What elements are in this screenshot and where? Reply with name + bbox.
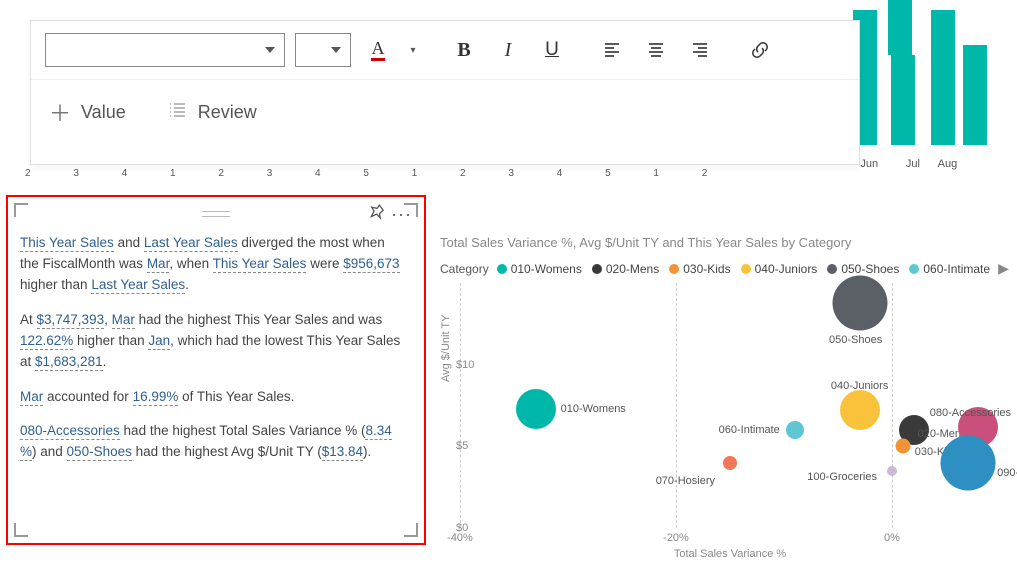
narr-value[interactable]: Mar <box>147 256 170 273</box>
bubble-090-Home[interactable] <box>940 435 995 490</box>
review-icon <box>166 99 188 126</box>
bubble-070-Hosiery[interactable] <box>723 456 737 470</box>
bubble-label: 070-Hosiery <box>656 475 715 487</box>
align-right-button[interactable] <box>683 33 717 67</box>
bubble-label: 100-Groceries <box>807 471 877 483</box>
legend-item[interactable]: 020-Mens <box>592 262 659 276</box>
legend-swatch <box>497 264 507 274</box>
narr-value[interactable]: Last Year Sales <box>91 277 185 294</box>
font-family-select[interactable] <box>45 33 285 67</box>
narrative-text-body[interactable]: This Year Sales and Last Year Sales dive… <box>12 229 420 539</box>
narr-value[interactable]: Mar <box>20 389 43 406</box>
bubble-label: 090-Home <box>997 467 1017 479</box>
pin-icon[interactable] <box>369 204 385 227</box>
legend-label: 010-Womens <box>511 262 582 276</box>
axis-label: Aug <box>938 158 958 170</box>
underline-button[interactable]: U <box>535 33 569 67</box>
x-tick: -20% <box>663 532 689 544</box>
legend-item[interactable]: 040-Juniors <box>741 262 818 276</box>
y-tick: $10 <box>456 359 474 371</box>
visual-header: ··· <box>12 201 420 229</box>
narr-value[interactable]: Jan <box>148 333 170 350</box>
x-axis-label: Total Sales Variance % <box>674 548 786 560</box>
bubble-label: 060-Intimate <box>719 424 780 436</box>
align-left-button[interactable] <box>595 33 629 67</box>
narr-value[interactable]: $3,747,393 <box>37 312 105 329</box>
legend-label: 060-Intimate <box>923 262 990 276</box>
bubble-050-Shoes[interactable] <box>832 275 887 330</box>
narr-value[interactable]: 16.99% <box>133 389 179 406</box>
smart-narrative-visual[interactable]: ··· This Year Sales and Last Year Sales … <box>12 201 420 539</box>
scatter-chart-visual[interactable]: Total Sales Variance %, Avg $/Unit TY an… <box>440 235 1010 565</box>
narr-value[interactable]: $956,673 <box>343 256 399 273</box>
hyperlink-button[interactable] <box>743 33 777 67</box>
italic-button[interactable]: I <box>491 33 525 67</box>
chart-legend: Category 010-Womens 020-Mens 030-Kids 040-J… <box>440 260 1010 277</box>
chart-title: Total Sales Variance %, Avg $/Unit TY an… <box>440 235 1010 250</box>
more-options-icon[interactable]: ··· <box>391 201 412 229</box>
add-value-button[interactable]: ＋ Value <box>49 96 126 128</box>
legend-swatch <box>592 264 602 274</box>
formatting-toolbar: A ▾ B I U ＋ Value Review <box>30 20 860 165</box>
review-button[interactable]: Review <box>166 99 257 126</box>
bubble-label: 040-Juniors <box>831 380 888 392</box>
y-axis-label: Avg $/Unit TY <box>440 314 452 381</box>
legend-label: 040-Juniors <box>755 262 818 276</box>
narr-value[interactable]: $1,683,281 <box>35 354 103 371</box>
narr-value[interactable]: Last Year Sales <box>144 235 238 252</box>
y-tick: $0 <box>456 522 468 534</box>
y-tick: $5 <box>456 440 468 452</box>
legend-label: 050-Shoes <box>841 262 899 276</box>
resize-handle[interactable] <box>404 523 418 537</box>
narr-value[interactable]: 050-Shoes <box>67 444 132 461</box>
bold-button[interactable]: B <box>447 33 481 67</box>
legend-scroll-right-icon[interactable]: ▶ <box>998 260 1009 277</box>
bubble-label: 010-Womens <box>561 403 626 415</box>
value-label: Value <box>81 102 126 123</box>
narr-value[interactable]: Mar <box>112 312 135 329</box>
font-size-select[interactable] <box>295 33 351 67</box>
resize-handle[interactable] <box>14 523 28 537</box>
chart-plot-area[interactable]: Avg $/Unit TY Total Sales Variance % -40… <box>460 283 1000 528</box>
font-color-dropdown[interactable]: ▾ <box>405 33 421 67</box>
bubble-label: 050-Shoes <box>829 334 882 346</box>
axis-label: Jun <box>860 158 878 170</box>
narr-value[interactable]: 122.62% <box>20 333 73 350</box>
bubble-label: 080-Accessories <box>930 407 1011 419</box>
narrative-visual-highlight: ··· This Year Sales and Last Year Sales … <box>6 195 426 545</box>
review-label: Review <box>198 102 257 123</box>
legend-item[interactable]: 060-Intimate <box>909 262 990 276</box>
bubble-060-Intimate[interactable] <box>786 421 804 439</box>
legend-swatch <box>827 264 837 274</box>
font-color-button[interactable]: A <box>361 33 395 67</box>
align-center-button[interactable] <box>639 33 673 67</box>
legend-item[interactable]: 030-Kids <box>669 262 730 276</box>
plus-icon: ＋ <box>49 96 71 128</box>
legend-label: 020-Mens <box>606 262 659 276</box>
narr-value[interactable]: 080-Accessories <box>20 423 120 440</box>
narr-value[interactable]: This Year Sales <box>213 256 307 273</box>
legend-swatch <box>741 264 751 274</box>
x-tick: 0% <box>884 532 900 544</box>
axis-label: Jul <box>906 158 920 170</box>
legend-swatch <box>909 264 919 274</box>
narr-value[interactable]: $13.84 <box>322 444 363 461</box>
bubble-040-Juniors[interactable] <box>840 390 880 430</box>
legend-title: Category <box>440 262 489 276</box>
narr-value[interactable]: This Year Sales <box>20 235 114 252</box>
legend-item[interactable]: 010-Womens <box>497 262 582 276</box>
legend-item[interactable]: 050-Shoes <box>827 262 899 276</box>
legend-label: 030-Kids <box>683 262 730 276</box>
legend-swatch <box>669 264 679 274</box>
bubble-100-Groceries[interactable] <box>887 466 897 476</box>
bubble-010-Womens[interactable] <box>516 389 556 429</box>
bubble-030-Kids[interactable] <box>895 439 910 454</box>
